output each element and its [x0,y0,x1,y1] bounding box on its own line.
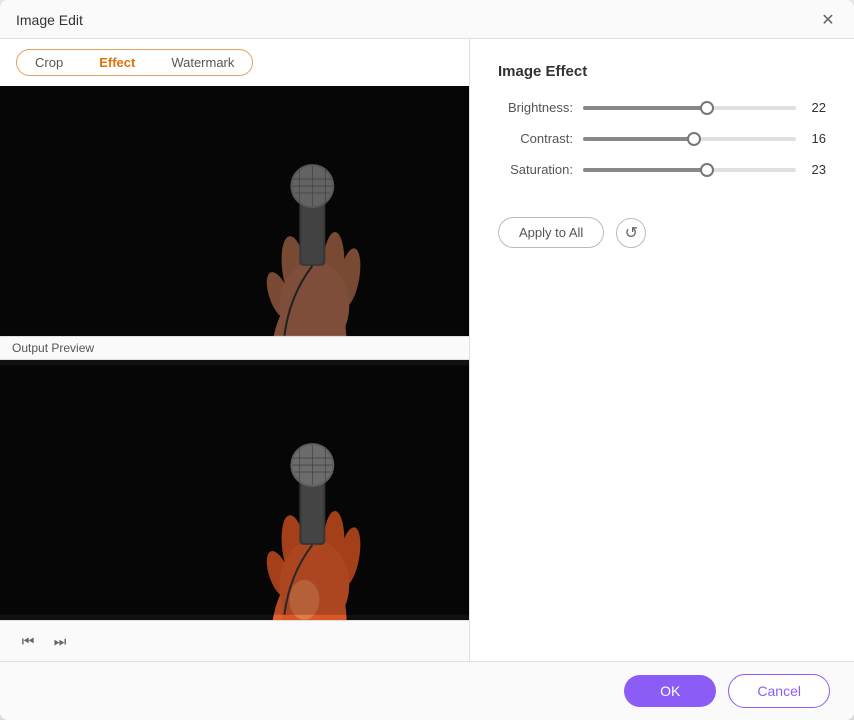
contrast-value: 16 [796,131,826,146]
saturation-slider[interactable] [583,168,796,172]
footer: OK Cancel [0,661,854,720]
right-panel: Image Effect Brightness: 22 Contrast: 16 [470,39,854,661]
contrast-slider[interactable] [583,137,796,141]
brightness-fill [583,106,707,110]
prev-button[interactable]: ⏮ [16,629,40,653]
tabs-bar: Crop Effect Watermark [0,39,469,86]
reset-icon: ↺ [625,223,638,243]
brightness-row: Brightness: 22 [498,100,826,115]
brightness-slider[interactable] [583,106,796,110]
contrast-thumb[interactable] [687,132,701,146]
tabs-container: Crop Effect Watermark [16,49,253,76]
saturation-label: Saturation: [498,162,583,177]
saturation-thumb[interactable] [700,163,714,177]
brightness-value: 22 [796,100,826,115]
tab-crop[interactable]: Crop [17,50,81,75]
output-preview [0,360,469,620]
cancel-button[interactable]: Cancel [728,674,830,708]
brightness-label: Brightness: [498,100,583,115]
contrast-label: Contrast: [498,131,583,146]
content-area: Crop Effect Watermark [0,39,854,661]
ok-button[interactable]: OK [624,675,716,707]
saturation-value: 23 [796,162,826,177]
reset-button[interactable]: ↺ [616,218,646,248]
dialog-title: Image Edit [16,12,83,28]
contrast-row: Contrast: 16 [498,131,826,146]
tab-effect[interactable]: Effect [81,50,153,75]
brightness-thumb[interactable] [700,101,714,115]
saturation-fill [583,168,707,172]
saturation-row: Saturation: 23 [498,162,826,177]
apply-to-all-button[interactable]: Apply to All [498,217,604,248]
original-preview [0,86,469,336]
image-edit-dialog: Image Edit ✕ Crop Effect Watermark [0,0,854,720]
left-panel: Crop Effect Watermark [0,39,470,661]
contrast-fill [583,137,694,141]
close-button[interactable]: ✕ [818,10,838,30]
output-label: Output Preview [0,336,469,360]
actions-row: Apply to All ↺ [498,217,826,248]
tab-watermark[interactable]: Watermark [153,50,252,75]
controls-bar: ⏮ ⏭ [0,620,469,661]
next-button[interactable]: ⏭ [48,629,72,653]
section-title: Image Effect [498,63,826,80]
title-bar: Image Edit ✕ [0,0,854,39]
